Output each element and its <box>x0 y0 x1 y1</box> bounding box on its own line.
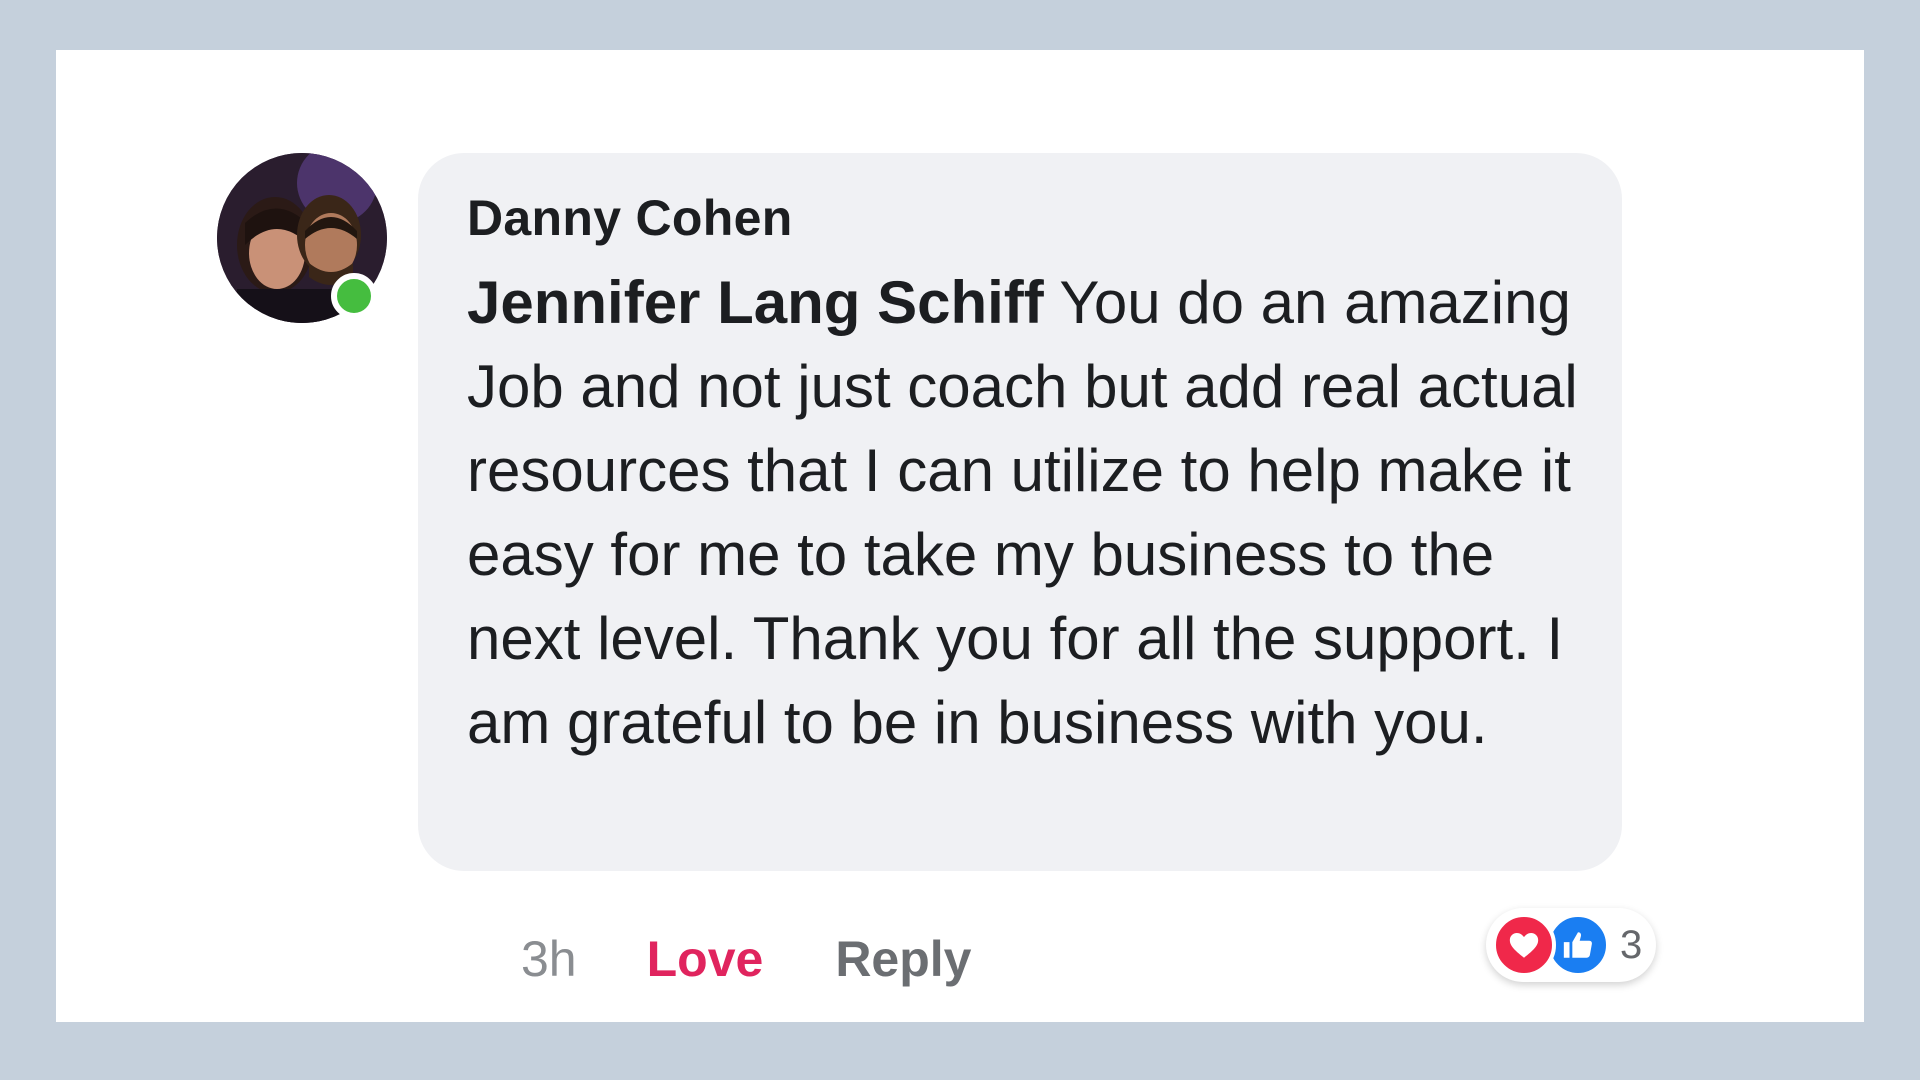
reaction-summary[interactable]: 3 <box>1486 908 1657 982</box>
heart-icon <box>1492 913 1556 977</box>
comment-actions: 3h Love Reply <box>521 930 972 988</box>
comment-timestamp[interactable]: 3h <box>521 930 577 988</box>
reply-button[interactable]: Reply <box>835 930 971 988</box>
love-button[interactable]: Love <box>647 930 764 988</box>
comment-bubble: Danny Cohen Jennifer Lang Schiff You do … <box>418 153 1622 871</box>
comment-text: You do an amazing Job and not just coach… <box>467 269 1578 756</box>
content-frame: Danny Cohen Jennifer Lang Schiff You do … <box>56 50 1864 1022</box>
reaction-count: 3 <box>1620 922 1643 967</box>
mention-link[interactable]: Jennifer Lang Schiff <box>467 269 1044 336</box>
comment-body: Jennifer Lang Schiff You do an amazing J… <box>467 261 1578 765</box>
online-status-dot <box>331 273 377 319</box>
comment-author[interactable]: Danny Cohen <box>467 189 1578 247</box>
